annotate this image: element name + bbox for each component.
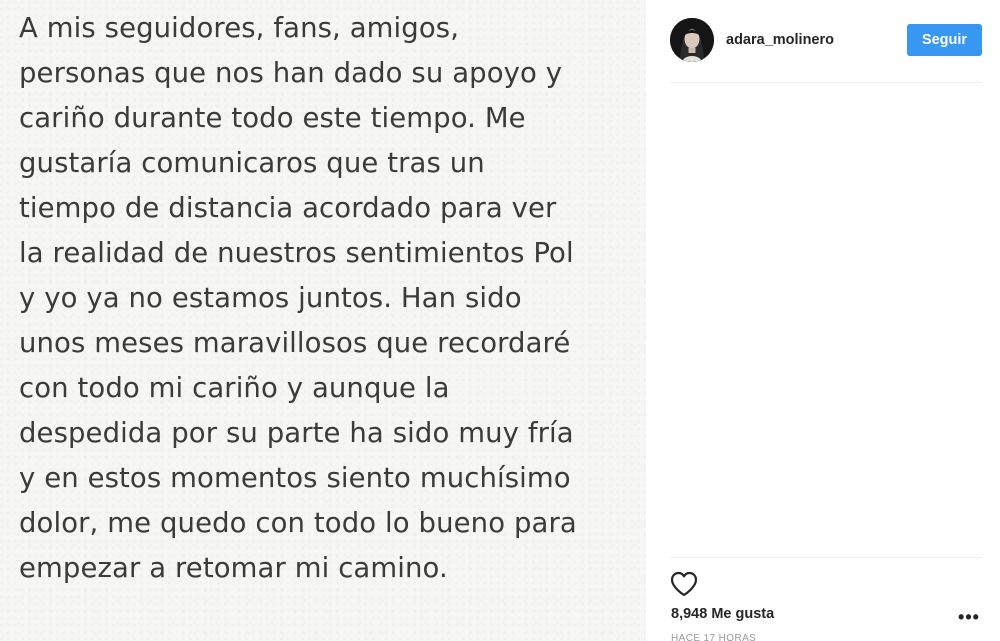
post-timestamp: HACE 17 HORAS — [671, 633, 757, 641]
username-link[interactable]: adara_molinero — [726, 32, 834, 48]
actions-divider — [670, 557, 982, 558]
more-options-button[interactable]: ••• — [956, 604, 982, 630]
post-image-text: A mis seguidores, fans, amigos, personas… — [19, 12, 577, 584]
follow-button[interactable]: Seguir — [907, 24, 982, 56]
avatar[interactable] — [670, 18, 714, 62]
avatar-photo-icon — [670, 18, 714, 62]
post-sidebar: adara_molinero Seguir 8,948 Me gusta •••… — [646, 0, 1000, 641]
post-image: A mis seguidores, fans, amigos, personas… — [0, 0, 646, 641]
like-button[interactable] — [668, 568, 700, 600]
instagram-post-view: A mis seguidores, fans, amigos, personas… — [0, 0, 1000, 641]
header-divider — [670, 82, 982, 83]
heart-outline-icon — [670, 571, 698, 597]
post-header: adara_molinero Seguir — [670, 18, 982, 64]
likes-count[interactable]: 8,948 Me gusta — [671, 606, 774, 622]
